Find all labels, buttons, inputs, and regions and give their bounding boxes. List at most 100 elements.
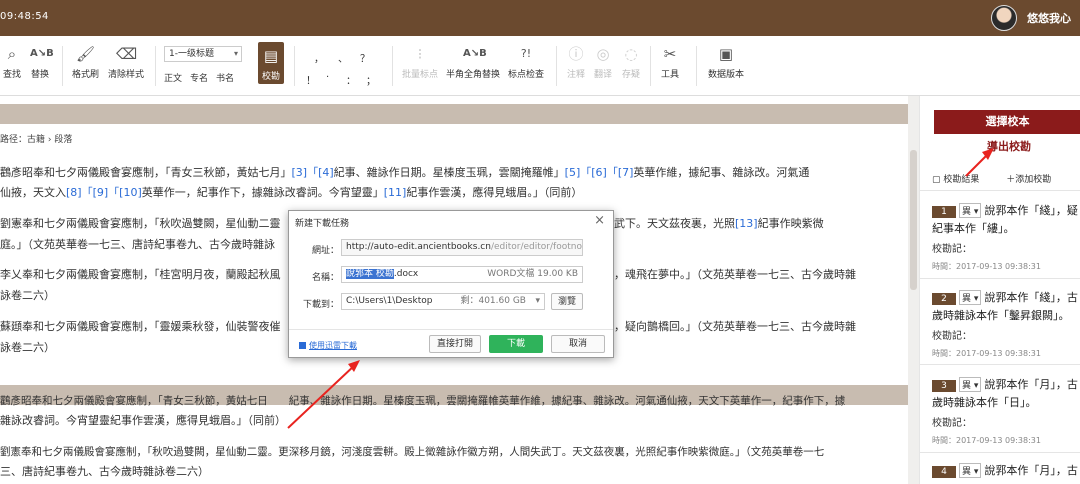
text-run: 武下。天文茲夜裏，光照 bbox=[614, 217, 735, 230]
zhengwen-button[interactable]: 正文 bbox=[164, 71, 182, 84]
save-path-field[interactable]: C:\Users\1\Desktop 剩：401.60 GB ▾ bbox=[341, 293, 545, 310]
type-dropdown[interactable]: 異 ▾ bbox=[959, 203, 982, 218]
toolbar-divider bbox=[696, 46, 697, 86]
chevron-down-icon[interactable]: ▾ bbox=[535, 294, 540, 309]
text-run: 蘇頲奉和七夕兩儀殿會宴應制，「靈媛乘秋發，仙裝警夜催 bbox=[0, 320, 281, 333]
footnote-ref[interactable]: [5]「[6]「[7] bbox=[565, 166, 634, 179]
toolbar-divider bbox=[556, 46, 557, 86]
dialog-divider bbox=[289, 329, 613, 330]
footnote-ref[interactable]: [13] bbox=[735, 217, 758, 230]
tools-button[interactable]: ✂ 工具 bbox=[660, 44, 680, 80]
toolbar: ⌕ 查找 A↘B 替换 🖌 格式刷 ⌫ 清除样式 1-一级标题 正文 专名 书名 ▤ 校勘… bbox=[0, 36, 1080, 96]
data-version-button[interactable]: ▣ 数据版本 bbox=[708, 44, 744, 80]
toolbar-divider bbox=[392, 46, 393, 86]
text-line[interactable]: 仙掖，天文入[8]「[9]「[10]英華作一，紀事作下，據雜詠改睿詞。今宵望靈」… bbox=[0, 183, 905, 203]
punct-exclaim[interactable]: ！ bbox=[306, 72, 316, 87]
batch-punct-label: 批量标点 bbox=[402, 70, 439, 80]
export-collation-link[interactable]: 導出校勘 bbox=[987, 138, 1031, 154]
archive-label: 存疑 bbox=[621, 70, 640, 80]
half-full-icon: A↘B bbox=[463, 48, 487, 59]
punct-question[interactable]: ？ bbox=[360, 50, 370, 65]
text-line[interactable]: 鸛彥昭奉和七夕兩儀殿會宴應制，「青女三秋節，黃姑七日 紀事、雜詠作日期。星榛度玉… bbox=[0, 391, 905, 411]
close-icon[interactable]: × bbox=[594, 213, 605, 228]
clear-format-button[interactable]: ⌫ 清除样式 bbox=[108, 44, 144, 80]
format-brush-button[interactable]: 🖌 格式刷 bbox=[72, 44, 99, 80]
cancel-button[interactable]: 取消 bbox=[551, 335, 605, 353]
text-run: 紀事作映紫微 bbox=[757, 217, 824, 230]
collation-card[interactable]: 4異 ▾ 說郛本作「月」，古 bbox=[932, 462, 1080, 480]
batch-punct-icon: ⁝ bbox=[417, 45, 423, 63]
punct-colon[interactable]: ： bbox=[346, 72, 356, 87]
card-note: 說郛本作「月」，古 bbox=[984, 378, 1078, 391]
replace-label: 替换 bbox=[30, 70, 49, 80]
browse-button[interactable]: 瀏覽 bbox=[551, 293, 583, 310]
collate-label: 校勘 bbox=[261, 72, 280, 82]
heading-select[interactable]: 1-一级标题 bbox=[164, 46, 242, 62]
panel-tabs: ▢ 校勘結果 ＋添加校勘 bbox=[932, 172, 1063, 185]
version-icon: ▣ bbox=[718, 45, 734, 63]
text-line[interactable]: 武下。天文茲夜裏，光照[13]紀事作映紫微 bbox=[614, 214, 908, 234]
text-run: 詠卷二六） bbox=[0, 289, 55, 302]
footnote-ref[interactable]: [11] bbox=[384, 186, 407, 199]
open-direct-button[interactable]: 直接打開 bbox=[429, 335, 481, 353]
batch-punct-button[interactable]: ⁝ 批量标点 bbox=[402, 44, 438, 80]
scrollbar-thumb[interactable] bbox=[910, 150, 917, 290]
find-label: 查找 bbox=[2, 70, 21, 80]
card-note: 歲時雜詠本作「日」。 bbox=[932, 396, 1037, 409]
add-collation-button[interactable]: ＋添加校勘 bbox=[1006, 175, 1051, 185]
card-note: 紀事本作「縷」。 bbox=[932, 222, 1015, 235]
punct-dot[interactable]: · bbox=[326, 72, 329, 83]
half-full-button[interactable]: A↘B 半角全角替换 bbox=[446, 44, 500, 80]
text-line[interactable]: ，魂飛在夢中。」（文苑英華卷一七三、古今歲時雜 bbox=[614, 265, 908, 285]
user-name[interactable]: 悠悠我心 bbox=[1027, 10, 1071, 26]
shuming-button[interactable]: 书名 bbox=[216, 71, 234, 84]
filename-label: 名稱： bbox=[311, 273, 339, 283]
download-dialog: 新建下載任務 × 網址： http://auto-edit.ancientboo… bbox=[288, 210, 614, 358]
text-line[interactable]: 雜詠改睿詞。今宵望靈紀事作雲漢，應得見蛾眉。」（同前） bbox=[0, 411, 905, 431]
text-line[interactable]: 劉憲奉和七夕兩儀殿會宴應制，「秋吹過雙闕，星仙動二靈。更深移月鏡，河淺度雲軿。殿… bbox=[0, 442, 905, 462]
search-icon: ⌕ bbox=[7, 45, 17, 63]
punct-semicolon[interactable]: ； bbox=[366, 72, 376, 87]
tab-collation-result[interactable]: ▢ 校勘結果 bbox=[932, 175, 991, 185]
filename-field[interactable]: 說郛本 校勘.docx WORD文檔 19.00 KB bbox=[341, 266, 583, 283]
replace-button[interactable]: A↘B 替换 bbox=[30, 44, 54, 80]
footnote-ref[interactable]: [3]「[4] bbox=[292, 166, 334, 179]
collate-button[interactable]: ▤ 校勘 bbox=[258, 42, 284, 84]
card-time: 時間：2017-09-13 09:38:31 bbox=[932, 262, 1041, 271]
find-button[interactable]: ⌕ 查找 bbox=[2, 44, 22, 80]
translate-button[interactable]: ◎ 翻译 bbox=[593, 44, 613, 80]
section-band bbox=[0, 104, 908, 124]
type-dropdown[interactable]: 異 ▾ bbox=[959, 290, 982, 305]
user-avatar[interactable] bbox=[991, 5, 1017, 31]
free-space: 剩：401.60 GB bbox=[460, 296, 526, 306]
url-field[interactable]: http://auto-edit.ancientbooks.cn/editor/… bbox=[341, 239, 583, 256]
text-line[interactable]: 鸛彥昭奉和七夕兩儀殿會宴應制，「青女三秋節，黃姑七月」[3]「[4]紀事、雜詠作… bbox=[0, 163, 905, 183]
text-run: 劉憲奉和七夕兩儀殿會宴應制，「秋吹過雙闕，星仙動二靈。更深移月鏡，河淺度雲軿。殿… bbox=[0, 446, 825, 458]
text-line[interactable]: ，疑向鵲橋回。」（文苑英華卷一七三、古今歲時雜 bbox=[614, 317, 908, 337]
collation-card[interactable]: 2異 ▾ 說郛本作「綫」，古 歲時雜詠本作「鑿昇銀闕」。 校勘記： 時間：2017… bbox=[932, 289, 1080, 359]
annotate-button[interactable]: ⓘ 注释 bbox=[566, 44, 586, 80]
text-line[interactable]: 三、唐詩紀事卷九、古今歲時雜詠卷二六） bbox=[0, 462, 905, 482]
download-button[interactable]: 下載 bbox=[489, 335, 543, 353]
punct-check-button[interactable]: ?! 标点检查 bbox=[508, 44, 544, 80]
divider bbox=[920, 190, 1080, 191]
clear-format-label: 清除样式 bbox=[108, 70, 145, 80]
card-note: 說郛本作「綫」，古 bbox=[984, 291, 1078, 304]
card-number: 1 bbox=[932, 206, 956, 218]
punct-check-label: 标点检查 bbox=[508, 70, 545, 80]
text-run: ，魂飛在夢中。」（文苑英華卷一七三、古今歲時雜 bbox=[614, 268, 856, 281]
type-dropdown[interactable]: 異 ▾ bbox=[959, 463, 982, 478]
type-dropdown[interactable]: 異 ▾ bbox=[959, 377, 982, 392]
punct-comma[interactable]: ， bbox=[314, 50, 324, 65]
collation-card[interactable]: 3異 ▾ 說郛本作「月」，古 歲時雜詠本作「日」。 校勘記： 時間：2017-09… bbox=[932, 376, 1080, 446]
zhuanming-button[interactable]: 专名 bbox=[190, 71, 208, 84]
toolbar-divider bbox=[294, 46, 295, 86]
thunder-download-link[interactable]: 使用迅雷下載 bbox=[299, 340, 357, 351]
card-note: 歲時雜詠本作「鑿昇銀闕」。 bbox=[932, 309, 1070, 322]
collation-card[interactable]: 1異 ▾ 說郛本作「綫」，疑 紀事本作「縷」。 校勘記： 時間：2017-09-1… bbox=[932, 202, 1080, 272]
archive-button[interactable]: ◌ 存疑 bbox=[621, 44, 641, 80]
footnote-ref[interactable]: [8]「[9]「[10] bbox=[66, 186, 142, 199]
punct-dunhao[interactable]: 、 bbox=[338, 50, 348, 65]
select-edition-button[interactable]: 選擇校本 bbox=[934, 110, 1080, 134]
card-note: 說郛本作「綫」，疑 bbox=[984, 204, 1078, 217]
